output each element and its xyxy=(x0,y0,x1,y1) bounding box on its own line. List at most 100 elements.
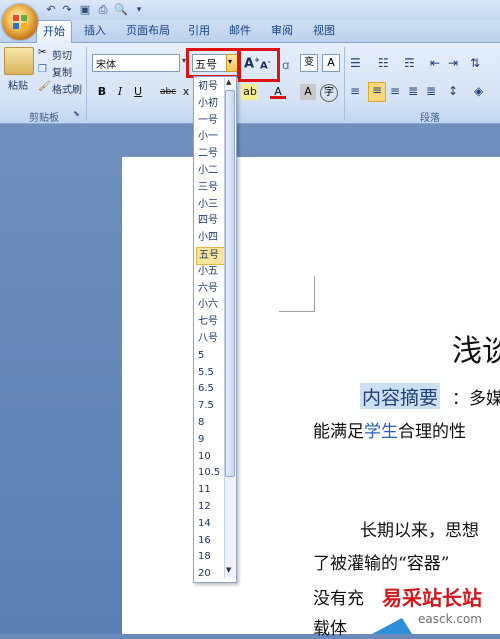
clipboard-launcher-icon[interactable]: ⬊ xyxy=(73,109,80,118)
italic-icon[interactable]: I xyxy=(112,84,128,100)
increase-indent-icon[interactable]: ⇥ xyxy=(448,56,458,70)
font-size-option[interactable]: 三号 xyxy=(196,180,224,196)
document-text-line: ：多媒 xyxy=(452,389,500,409)
tab-mailings[interactable]: 邮件 xyxy=(224,20,256,42)
font-size-option[interactable]: 8 xyxy=(196,415,224,431)
grow-font-icon[interactable]: A+ xyxy=(244,56,260,71)
distributed-icon[interactable]: ≣ xyxy=(426,84,436,98)
tab-insert[interactable]: 插入 xyxy=(78,20,112,42)
cut-button[interactable]: 剪切 xyxy=(52,47,72,62)
character-border-icon[interactable]: A xyxy=(322,54,340,72)
strikethrough-icon[interactable]: abc xyxy=(160,84,176,100)
print-preview-icon[interactable]: 🔍 xyxy=(114,3,128,17)
redo-icon[interactable]: ↷ xyxy=(60,3,74,17)
margin-marker xyxy=(279,311,315,312)
print-icon[interactable]: ⎙ xyxy=(96,3,110,17)
font-size-option[interactable]: 四号 xyxy=(196,213,224,229)
font-size-option[interactable]: 6.5 xyxy=(196,381,224,397)
underline-icon[interactable]: U xyxy=(130,84,146,100)
font-size-option[interactable]: 小初 xyxy=(196,96,224,112)
character-shading-icon[interactable]: A xyxy=(300,84,316,100)
document-title: 浅谈 xyxy=(452,334,500,369)
font-size-option[interactable]: 六号 xyxy=(196,281,224,297)
title-bar: ↶ ↷ ▣ ⎙ 🔍 ▾ xyxy=(0,0,500,20)
ribbon-tabs: 开始 插入 页面布局 引用 邮件 审阅 视图 xyxy=(0,20,500,43)
save-icon[interactable]: ▣ xyxy=(78,3,92,17)
font-size-option[interactable]: 小四 xyxy=(196,230,224,246)
paste-button[interactable]: 粘贴 xyxy=(6,77,30,92)
font-size-option[interactable]: 10.5 xyxy=(196,465,224,481)
clear-format-icon[interactable]: ꭤ xyxy=(282,56,289,73)
paste-icon[interactable] xyxy=(4,47,34,75)
font-size-option[interactable]: 5 xyxy=(196,348,224,364)
font-name-value: 宋体 xyxy=(96,60,116,71)
format-painter-button[interactable]: 格式刷 xyxy=(52,81,82,96)
font-size-option[interactable]: 小二 xyxy=(196,163,224,179)
office-button[interactable] xyxy=(2,4,38,40)
align-center-icon[interactable]: ≡ xyxy=(368,82,386,102)
scroll-up-icon[interactable]: ▲ xyxy=(226,78,231,86)
tab-page-layout[interactable]: 页面布局 xyxy=(120,20,176,42)
scrollbar-thumb[interactable] xyxy=(225,90,235,477)
align-right-icon[interactable]: ≡ xyxy=(390,84,400,98)
abstract-label: 内容摘要 xyxy=(360,383,441,409)
font-size-option[interactable]: 14 xyxy=(196,516,224,532)
watermark-text: 易采站长站 xyxy=(382,586,482,610)
clipboard-group-label: 剪贴板 xyxy=(29,113,59,124)
font-name-combobox[interactable]: 宋体 xyxy=(92,54,180,72)
font-size-option[interactable]: 小六 xyxy=(196,297,224,313)
font-size-option[interactable]: 5.5 xyxy=(196,365,224,381)
font-size-option[interactable]: 五号 xyxy=(196,247,226,265)
font-size-option[interactable]: 12 xyxy=(196,499,224,515)
font-size-option[interactable]: 小五 xyxy=(196,264,224,280)
group-separator xyxy=(344,47,345,121)
numbering-icon[interactable]: ☷ xyxy=(378,56,389,70)
font-size-option[interactable]: 20 xyxy=(196,566,224,582)
font-size-option[interactable]: 二号 xyxy=(196,146,224,162)
font-size-option[interactable]: 小三 xyxy=(196,197,224,213)
subscript-icon[interactable]: x xyxy=(178,84,194,100)
font-size-option[interactable]: 八号 xyxy=(196,331,224,347)
shrink-font-icon[interactable]: A- xyxy=(260,58,271,71)
multilevel-list-icon[interactable]: ☶ xyxy=(404,56,415,70)
tab-review[interactable]: 审阅 xyxy=(266,20,298,42)
font-size-option[interactable]: 一号 xyxy=(196,113,224,129)
scroll-down-icon[interactable]: ▼ xyxy=(226,566,231,574)
justify-icon[interactable]: ≣ xyxy=(408,84,418,98)
copy-button[interactable]: 复制 xyxy=(52,64,72,79)
font-size-option[interactable]: 初号 xyxy=(196,79,224,95)
bullets-icon[interactable]: ☰ xyxy=(350,56,361,70)
shading-icon[interactable]: ◈ xyxy=(474,84,483,98)
font-color-icon[interactable]: A xyxy=(270,84,286,99)
font-size-option[interactable]: 七号 xyxy=(196,314,224,330)
decrease-indent-icon[interactable]: ⇤ xyxy=(430,56,440,70)
document-text-line: 长期以来，思想 xyxy=(360,521,479,541)
tab-home[interactable]: 开始 xyxy=(36,20,72,43)
font-size-option[interactable]: 16 xyxy=(196,533,224,549)
text-segment: 合理的性 xyxy=(398,422,466,442)
line-spacing-icon[interactable]: ↕ xyxy=(448,84,458,98)
font-size-option[interactable]: 9 xyxy=(196,432,224,448)
customize-toolbar-icon[interactable]: ▾ xyxy=(132,3,146,17)
font-size-option[interactable]: 10 xyxy=(196,449,224,465)
font-size-highlight xyxy=(186,48,240,78)
format-painter-icon[interactable]: 🖌 xyxy=(38,81,51,92)
font-size-option[interactable]: 11 xyxy=(196,482,224,498)
tab-references[interactable]: 引用 xyxy=(184,20,214,42)
text-segment: 能满足 xyxy=(313,422,364,442)
undo-icon[interactable]: ↶ xyxy=(44,3,58,17)
cut-icon[interactable]: ✂ xyxy=(38,47,46,58)
font-size-option[interactable]: 7.5 xyxy=(196,398,224,414)
bold-icon[interactable]: B xyxy=(94,84,110,100)
highlight-color-icon[interactable]: ab xyxy=(242,84,258,100)
document-text-line: 载体 xyxy=(313,619,347,639)
text-segment: 学生 xyxy=(364,422,398,442)
copy-icon[interactable]: ❐ xyxy=(38,64,47,75)
phonetic-guide-icon[interactable]: 变 xyxy=(300,54,318,72)
sort-icon[interactable]: ⇅ xyxy=(470,56,480,70)
enclose-characters-icon[interactable]: 字 xyxy=(320,84,338,102)
font-size-option[interactable]: 小一 xyxy=(196,129,224,145)
align-left-icon[interactable]: ≡ xyxy=(350,84,360,98)
tab-view[interactable]: 视图 xyxy=(308,20,340,42)
font-size-option[interactable]: 18 xyxy=(196,549,224,565)
